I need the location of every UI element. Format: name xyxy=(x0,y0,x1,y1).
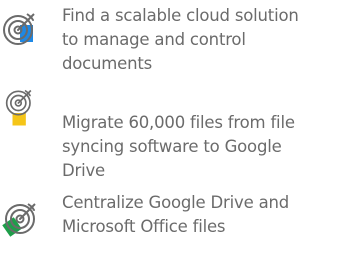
target-icon xyxy=(2,203,36,237)
target-icon xyxy=(5,89,32,126)
goal-text-line: Microsoft Office files xyxy=(62,217,226,236)
goal-text-line: documents xyxy=(62,54,153,73)
target-icon xyxy=(3,13,35,45)
goal-text: Find a scalable cloud solution to manage… xyxy=(62,4,339,76)
goal-list: Find a scalable cloud solution to manage… xyxy=(0,0,339,261)
goal-text-line: Centralize Google Drive and xyxy=(62,193,290,212)
goal-text-line: Migrate 60,000 files from file xyxy=(62,113,295,132)
goal-text: Migrate 60,000 files from file syncing s… xyxy=(62,111,339,183)
goal-text: Centralize Google Drive and Microsoft Of… xyxy=(62,191,339,239)
goal-text-line: Drive xyxy=(62,161,105,180)
goal-text-line: syncing software to Google xyxy=(62,137,282,156)
goal-text-line: Find a scalable cloud solution xyxy=(62,6,299,25)
goal-text-line: to manage and control xyxy=(62,30,246,49)
